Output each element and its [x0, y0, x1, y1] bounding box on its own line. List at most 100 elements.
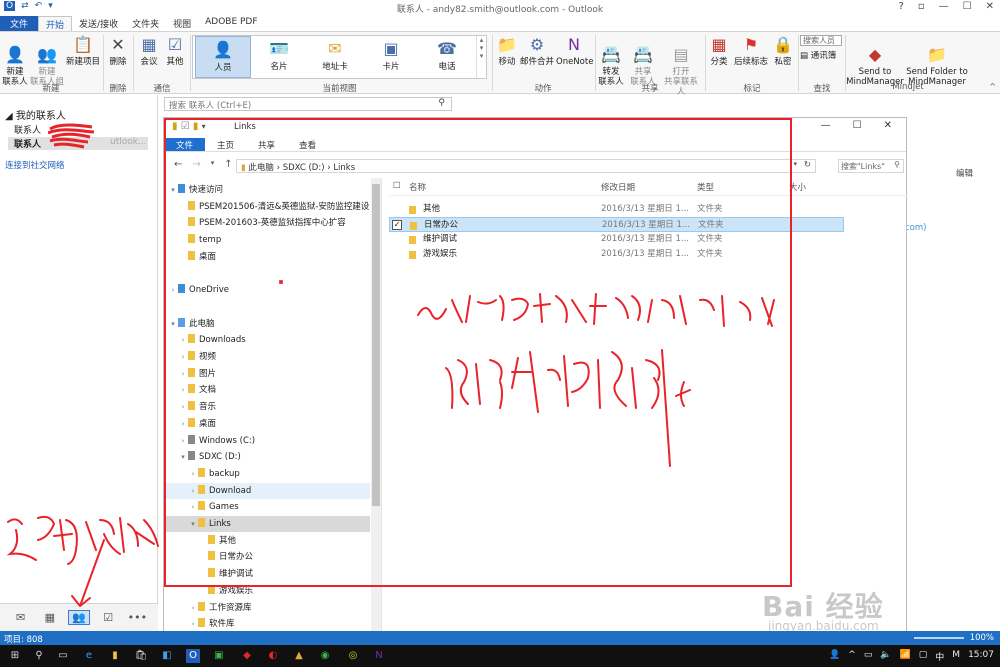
ime-language[interactable]: 中: [935, 650, 944, 663]
forward-arrow-icon[interactable]: →: [192, 159, 200, 170]
expand-chevron-icon[interactable]: ›: [168, 282, 178, 298]
expand-chevron-icon[interactable]: ›: [178, 349, 188, 365]
tasks-nav-icon[interactable]: ☑: [98, 611, 118, 624]
tree-item[interactable]: › OneDrive: [164, 282, 370, 298]
tree-item[interactable]: ▾ 此电脑: [164, 316, 370, 332]
tree-item[interactable]: ▾ 快速访问: [164, 182, 370, 198]
nav-item-contacts[interactable]: 联系人: [14, 123, 41, 136]
tree-item[interactable]: › Windows (C:): [164, 433, 370, 449]
maximize-button[interactable]: ☐: [963, 1, 972, 12]
tab-home[interactable]: 开始: [38, 16, 73, 31]
explorer-tab-home[interactable]: 主页: [205, 138, 246, 151]
expand-chevron-icon[interactable]: ›: [178, 366, 188, 382]
tree-item[interactable]: › Download: [164, 482, 370, 499]
calendar-nav-icon[interactable]: ▦: [40, 611, 60, 624]
help-icon[interactable]: ?: [899, 1, 904, 12]
start-windows-icon[interactable]: ⊞: [8, 649, 22, 663]
tree-item[interactable]: ▾ SDXC (D:): [164, 449, 370, 465]
minimize-button[interactable]: —: [939, 1, 949, 12]
app-taskbar-icon[interactable]: ◆: [240, 649, 254, 663]
explorer-close-button[interactable]: ✕: [884, 120, 892, 131]
file-explorer-taskbar-icon[interactable]: ▮: [108, 649, 122, 663]
search-people-input[interactable]: 搜索人员: [800, 35, 842, 46]
expand-chevron-icon[interactable]: ›: [188, 600, 198, 616]
tree-scrollbar[interactable]: [371, 178, 381, 648]
view-people[interactable]: 👤 人员: [195, 36, 251, 78]
more-nav-icon[interactable]: •••: [127, 611, 147, 624]
tree-item[interactable]: 桌面: [164, 249, 370, 265]
new-folder-icon[interactable]: ▮: [193, 121, 199, 132]
store-icon[interactable]: 🛍: [134, 649, 148, 663]
app-taskbar-icon[interactable]: ▲: [292, 649, 306, 663]
tree-item[interactable]: › backup: [164, 466, 370, 482]
tab-folder[interactable]: 文件夹: [125, 16, 166, 31]
clock[interactable]: 15:07: [968, 650, 994, 663]
back-arrow-icon[interactable]: ←: [174, 159, 182, 170]
task-view-icon[interactable]: ▭: [56, 649, 70, 663]
tree-item[interactable]: 其他: [164, 533, 370, 549]
tree-item[interactable]: › 工作资源库: [164, 600, 370, 616]
app-taskbar-icon[interactable]: ◉: [318, 649, 332, 663]
refresh-icon[interactable]: ↻: [804, 160, 811, 170]
follow-up-button[interactable]: ⚑ 后续标志: [733, 35, 769, 67]
app-taskbar-icon[interactable]: ▣: [212, 649, 226, 663]
explorer-search-input[interactable]: 搜索"Links" ⚲: [838, 159, 904, 173]
expand-chevron-icon[interactable]: ▾: [168, 182, 178, 198]
tab-adobe-pdf[interactable]: ADOBE PDF: [198, 16, 264, 31]
meeting-button[interactable]: ▦ 会议: [137, 35, 161, 67]
edge-browser-icon[interactable]: e: [82, 649, 96, 663]
tree-item[interactable]: › Games: [164, 499, 370, 515]
file-row[interactable]: 其他 2016/3/13 星期日 1... 文件夹: [389, 202, 844, 217]
explorer-tab-file[interactable]: 文件: [164, 138, 206, 151]
tree-item[interactable]: › 软件库: [164, 616, 370, 632]
categorize-button[interactable]: ▦ 分类: [707, 35, 731, 67]
tree-item[interactable]: 游戏娱乐: [164, 583, 370, 599]
app-taskbar-icon[interactable]: ◧: [160, 649, 174, 663]
row-checkbox[interactable]: ✓: [392, 220, 402, 230]
onenote-taskbar-icon[interactable]: N: [372, 649, 386, 663]
new-items-button[interactable]: 📋 新建项目: [65, 35, 101, 67]
up-arrow-icon[interactable]: ↑: [224, 159, 232, 170]
taskbar-search-icon[interactable]: ⚲: [32, 649, 46, 663]
tree-item[interactable]: ▾ Links: [164, 516, 370, 532]
zoom-level[interactable]: 100%: [970, 633, 994, 643]
expand-chevron-icon[interactable]: ▾: [168, 316, 178, 332]
file-row[interactable]: 维护调试 2016/3/13 星期日 1... 文件夹: [389, 232, 844, 247]
expand-chevron-icon[interactable]: ›: [178, 399, 188, 415]
tree-item[interactable]: temp: [164, 232, 370, 248]
tree-item[interactable]: › 视频: [164, 349, 370, 365]
tree-item[interactable]: › Downloads: [164, 332, 370, 348]
network-icon[interactable]: 📶: [900, 650, 911, 663]
ime-mode[interactable]: M: [952, 650, 960, 663]
app-taskbar-icon[interactable]: ◐: [266, 649, 280, 663]
zoom-slider[interactable]: [914, 637, 964, 639]
gallery-scroll[interactable]: ▴ ▾ ▾: [476, 36, 486, 78]
select-all-checkbox[interactable]: ☐: [393, 181, 401, 191]
tree-scrollbar-thumb[interactable]: [372, 184, 380, 506]
send-to-mindmanager-button[interactable]: ◆ Send to MindManager: [846, 35, 904, 87]
private-button[interactable]: 🔒 私密: [771, 35, 795, 67]
mail-merge-button[interactable]: ⚙ 邮件合并: [520, 35, 554, 67]
expand-chevron-icon[interactable]: ›: [188, 616, 198, 632]
close-button[interactable]: ✕: [986, 1, 994, 12]
column-type[interactable]: 类型: [697, 181, 714, 193]
explorer-maximize-button[interactable]: ☐: [853, 120, 862, 131]
explorer-tab-view[interactable]: 查看: [287, 138, 328, 151]
display-icon[interactable]: ▭: [864, 650, 873, 663]
file-row[interactable]: ✓ 日常办公 2016/3/13 星期日 1... 文件夹: [389, 217, 844, 232]
share-contacts-button[interactable]: 📇 共享 联系人: [628, 35, 658, 87]
recent-locations-icon[interactable]: ▾: [211, 159, 215, 170]
ribbon-display-icon[interactable]: ▫: [918, 1, 925, 12]
tab-send-receive[interactable]: 发送/接收: [72, 16, 125, 31]
search-icon[interactable]: ⚲: [438, 98, 445, 108]
new-contact-button[interactable]: 👤 新建 联系人: [2, 35, 28, 87]
expand-chevron-icon[interactable]: ▾: [178, 449, 188, 465]
volume-icon[interactable]: 🔈: [880, 650, 891, 663]
people-tray-icon[interactable]: 👤: [829, 650, 840, 663]
column-name[interactable]: 名称: [409, 181, 426, 193]
address-book-button[interactable]: ▤ 通讯簿: [800, 49, 836, 61]
view-business-card[interactable]: 🪪 名片: [251, 36, 307, 78]
tree-item[interactable]: › 桌面: [164, 416, 370, 432]
edit-link[interactable]: 编辑: [956, 167, 973, 179]
tab-file[interactable]: 文件: [0, 16, 39, 31]
